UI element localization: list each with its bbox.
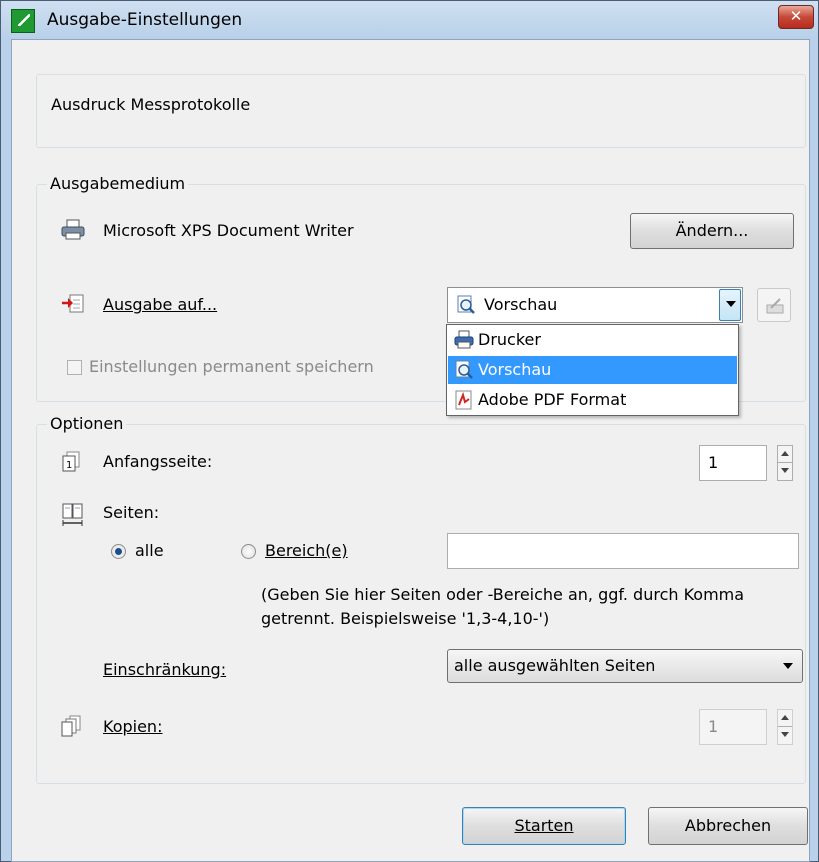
option-pdf-label: Adobe PDF Format [478,390,627,409]
radio-all-label: alle [135,541,164,560]
start-page-value: 1 [708,453,719,472]
start-page-spinner[interactable] [777,445,793,481]
dialog-window: Ausgabe-Einstellungen ✕ Ausdruck Messpro… [0,0,819,862]
spinner-down-icon[interactable] [778,463,792,480]
copies-icon [61,715,81,737]
start-page-input[interactable]: 1 [699,445,767,481]
preview-icon [457,295,475,314]
radio-range-label: Bereich(e) [265,541,348,560]
pages-icon [62,503,83,526]
output-target-dropdown-list: Drucker Vorschau Adobe PDF Format [446,324,739,416]
svg-text:1: 1 [66,460,72,471]
option-printer-label: Drucker [478,330,541,349]
start-page-label: Anfangsseite: [103,452,213,471]
dialog-client-area: Ausdruck Messprotokolle Ausgabemedium Mi… [11,39,810,862]
cancel-button-label: Abbrechen [684,816,772,835]
output-target-value: Vorschau [484,295,558,314]
window-title: Ausgabe-Einstellungen [47,10,243,30]
option-preview-label: Vorschau [478,360,552,379]
copies-spinner[interactable] [777,709,793,745]
restriction-value: alle ausgewählten Seiten [454,656,656,675]
output-medium-legend: Ausgabemedium [47,174,189,193]
option-pdf[interactable]: Adobe PDF Format [448,386,737,414]
header-panel: Ausdruck Messprotokolle [36,74,806,148]
radio-page-range[interactable] [241,544,256,559]
edit-output-button[interactable] [757,288,791,322]
page-range-input[interactable] [447,533,799,569]
app-icon [11,9,35,33]
pdf-icon [455,390,472,410]
copies-input[interactable]: 1 [699,709,767,745]
edit-settings-icon [766,298,784,314]
copies-spinner-down-icon[interactable] [778,727,792,744]
title-bar[interactable]: Ausgabe-Einstellungen ✕ [1,1,818,39]
spinner-up-icon[interactable] [778,446,792,463]
option-printer[interactable]: Drucker [448,326,737,354]
change-printer-button[interactable]: Ändern... [630,213,794,249]
printer-icon [61,219,85,240]
header-text: Ausdruck Messprotokolle [51,95,251,114]
start-button-label: Starten [514,816,574,835]
restriction-label: Einschränkung: [103,660,226,679]
radio-all-pages[interactable] [111,544,126,559]
output-to-icon [62,294,84,313]
copies-spinner-up-icon[interactable] [778,710,792,727]
cancel-button[interactable]: Abbrechen [648,807,808,845]
start-page-icon: 1 [62,451,80,472]
restriction-combobox[interactable]: alle ausgewählten Seiten [447,649,803,683]
range-hint-line1: (Geben Sie hier Seiten oder -Bereiche an… [261,585,745,604]
pages-label: Seiten: [103,503,160,522]
output-to-label: Ausgabe auf... [103,295,217,314]
option-preview[interactable]: Vorschau [448,356,737,384]
restriction-label-text: Einschränkung: [103,660,227,679]
output-target-dropdown-button[interactable] [719,289,741,321]
close-button[interactable]: ✕ [778,5,814,29]
save-settings-label: Einstellungen permanent speichern [89,357,374,376]
start-button[interactable]: Starten [462,807,626,845]
printer-icon [454,330,474,349]
save-settings-checkbox[interactable] [67,360,82,375]
copies-label-text: Kopien: [103,717,163,736]
change-printer-label: Ändern... [675,221,749,240]
copies-value: 1 [708,717,719,736]
chevron-down-icon [783,663,793,669]
printer-name: Microsoft XPS Document Writer [103,221,354,240]
preview-icon [455,360,473,379]
output-to-label-text: Ausgabe auf... [103,295,218,314]
options-group: Optionen 1 Anfangsseite: 1 Seiten: alle … [36,414,806,784]
output-target-combobox[interactable]: Vorschau [447,287,743,323]
range-hint-line2: getrennt. Beispielsweise '1,3-4,10-') [261,609,550,628]
options-legend: Optionen [47,414,127,433]
copies-label: Kopien: [103,717,162,736]
